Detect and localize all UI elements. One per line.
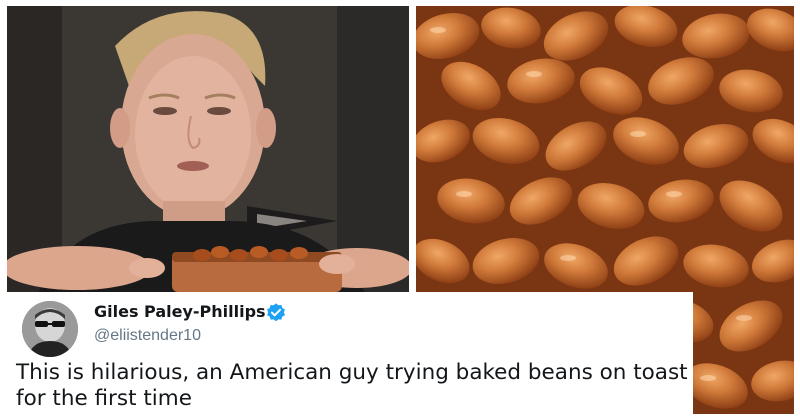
tweet-card: Giles Paley-Phillips @eliistender10 This… [7,292,693,418]
user-handle[interactable]: @eliistender10 [94,327,201,345]
man-eating-beans-photo [7,6,409,296]
verified-badge-icon [267,303,285,322]
user-avatar[interactable] [22,301,78,357]
tweet-text: This is hilarious, an American guy tryin… [16,360,688,411]
meme-image: Giles Paley-Phillips @eliistender10 This… [0,0,800,420]
display-name[interactable]: Giles Paley-Phillips [94,302,266,321]
